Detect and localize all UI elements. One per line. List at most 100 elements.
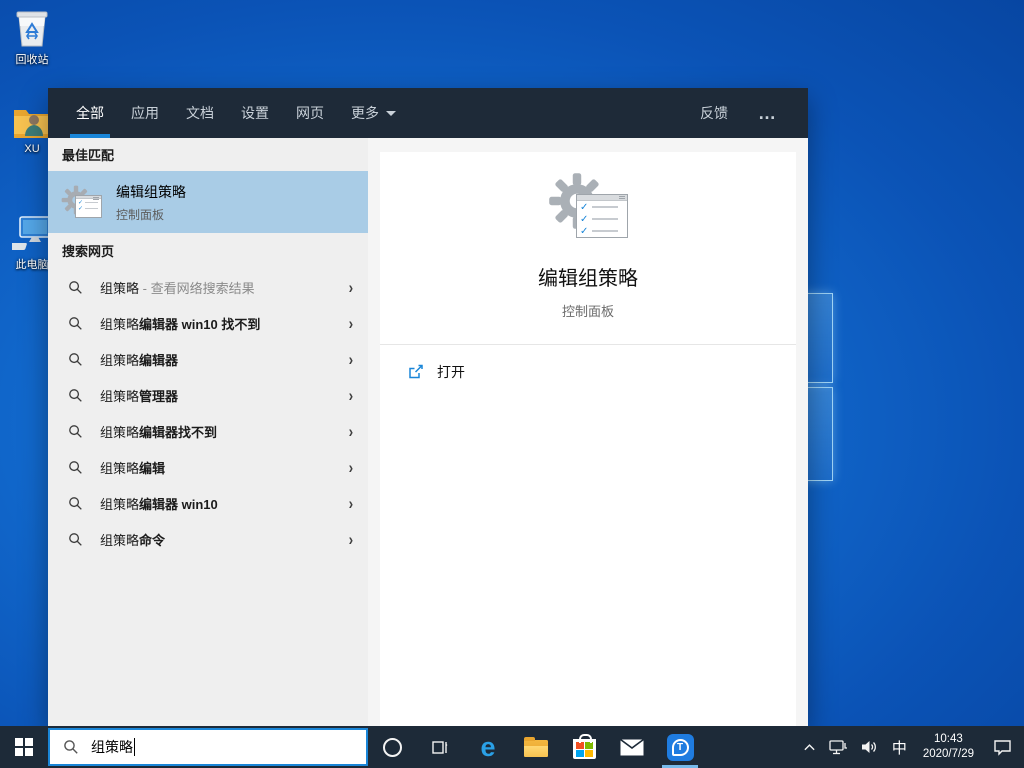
suggestion-query: 组策略 <box>100 352 140 368</box>
file-explorer-button[interactable] <box>512 726 560 768</box>
system-tray: 中 10:43 2020/7/29 <box>797 726 1024 768</box>
ime-indicator[interactable]: 中 <box>885 737 914 758</box>
network-button[interactable] <box>822 726 854 768</box>
search-icon <box>69 352 82 366</box>
action-center-icon <box>994 739 1011 756</box>
suggestion-query: 组策略 <box>100 496 140 512</box>
tab-label: 文档 <box>186 105 214 121</box>
gear-checklist-icon: ✓ ✓ ✓ <box>546 172 630 246</box>
tab-label: 网页 <box>296 105 324 121</box>
gear-checklist-icon: ✓ ✓ <box>61 183 103 221</box>
search-icon <box>69 424 82 438</box>
open-command[interactable]: 打开 <box>380 349 796 395</box>
store-icon <box>572 734 596 759</box>
action-center-button[interactable] <box>983 726 1024 768</box>
volume-button[interactable] <box>854 726 885 768</box>
search-icon <box>69 280 82 294</box>
search-icon <box>69 388 82 402</box>
text-caret <box>134 738 135 756</box>
suggestion-query: 组策略 <box>100 424 140 440</box>
cortana-icon <box>382 737 402 757</box>
suggestion-completion: 编辑器 win10 找不到 <box>139 316 261 332</box>
chevron-right-icon[interactable]: › <box>349 495 354 512</box>
tab-apps[interactable]: 应用 <box>131 88 159 138</box>
search-suggestion-row[interactable]: 组策略编辑器 win10 › <box>48 485 368 521</box>
search-suggestion-row[interactable]: 组策略编辑器找不到 › <box>48 413 368 449</box>
driver-app-icon: T <box>666 733 694 761</box>
desktop-icon-label: 回收站 <box>15 54 49 66</box>
suggestion-query: 组策略 <box>100 316 140 332</box>
open-label: 打开 <box>437 364 465 380</box>
best-match-result[interactable]: ✓ ✓ 编辑组策略 控制面板 <box>48 171 368 233</box>
tray-date: 2020/7/29 <box>922 748 974 760</box>
chevron-right-icon[interactable]: › <box>349 279 354 296</box>
tray-time: 10:43 <box>934 733 963 746</box>
preview-title: 编辑组策略 <box>538 268 638 290</box>
search-suggestion-row[interactable]: 组策略命令 › <box>48 521 368 557</box>
mail-button[interactable] <box>608 726 656 768</box>
chevron-right-icon[interactable]: › <box>349 351 354 368</box>
windows-start-icon <box>15 738 33 756</box>
open-external-icon <box>409 364 423 379</box>
search-suggestion-row[interactable]: 组策略编辑器 › <box>48 341 368 377</box>
search-icon <box>64 740 78 754</box>
tab-web[interactable]: 网页 <box>296 88 324 138</box>
preview-pane: ✓ ✓ ✓ 编辑组策略 控制面板 打开 <box>380 138 808 726</box>
best-match-title: 编辑组策略 <box>116 183 186 200</box>
best-match-header: 最佳匹配 <box>62 148 115 163</box>
suggestion-query: 组策略 <box>100 388 140 404</box>
chevron-up-icon <box>804 744 815 751</box>
search-suggestion-row[interactable]: 组策略管理器 › <box>48 377 368 413</box>
mail-icon <box>620 738 644 755</box>
search-flyout-panel: 全部 应用 文档 设置 网页 更多 反馈 … 最佳匹配 ✓ ✓ 编辑组策略 控制… <box>48 88 808 726</box>
suggestion-completion: 编辑器找不到 <box>139 424 218 440</box>
search-icon <box>69 316 82 330</box>
chevron-right-icon[interactable]: › <box>349 459 354 476</box>
task-view-icon <box>432 741 448 754</box>
tab-more[interactable]: 更多 <box>351 88 396 138</box>
search-tabs-header: 全部 应用 文档 设置 网页 更多 反馈 … <box>48 88 808 138</box>
suggestion-completion: - 查看网络搜索结果 <box>139 280 255 296</box>
desktop-icon-recycle-bin[interactable]: 回收站 <box>4 6 60 67</box>
tab-all[interactable]: 全部 <box>70 88 110 138</box>
suggestion-completion: 编辑器 <box>139 352 179 368</box>
taskbar-clock[interactable]: 10:43 2020/7/29 <box>914 732 983 762</box>
driver-app-button[interactable]: T <box>656 726 704 768</box>
start-button[interactable] <box>0 726 48 768</box>
volume-icon <box>861 741 876 753</box>
suggestion-completion: 编辑器 win10 <box>139 496 218 512</box>
task-view-button[interactable] <box>416 726 464 768</box>
preview-subtitle: 控制面板 <box>561 304 614 319</box>
suggestion-query: 组策略 <box>100 532 140 548</box>
chevron-right-icon[interactable]: › <box>349 531 354 548</box>
tab-documents[interactable]: 文档 <box>186 88 214 138</box>
tab-label: 全部 <box>76 105 104 121</box>
tray-expand-button[interactable] <box>797 726 822 768</box>
panel-divider <box>368 138 380 726</box>
chevron-right-icon[interactable]: › <box>349 423 354 440</box>
recycle-bin-icon <box>4 6 60 48</box>
web-search-header: 搜索网页 <box>62 244 115 259</box>
chevron-right-icon[interactable]: › <box>349 315 354 332</box>
tab-label: 设置 <box>241 105 269 121</box>
search-suggestion-row[interactable]: 组策略编辑 › <box>48 449 368 485</box>
suggestion-completion: 编辑 <box>139 460 166 476</box>
search-suggestion-row[interactable]: 组策略编辑器 win10 找不到 › <box>48 305 368 341</box>
tab-settings[interactable]: 设置 <box>241 88 269 138</box>
store-button[interactable] <box>560 726 608 768</box>
suggestion-query: 组策略 <box>100 280 140 296</box>
network-icon <box>829 739 847 754</box>
chevron-right-icon[interactable]: › <box>349 387 354 404</box>
taskbar-search-input[interactable]: 组策略 <box>48 728 368 766</box>
feedback-button[interactable]: 反馈 <box>700 103 728 123</box>
ellipsis-menu-button[interactable]: … <box>758 104 778 122</box>
search-suggestion-row[interactable]: 组策略 - 查看网络搜索结果 › <box>48 269 368 305</box>
suggestion-query: 组策略 <box>100 460 140 476</box>
cortana-button[interactable] <box>368 726 416 768</box>
suggestion-completion: 命令 <box>139 532 166 548</box>
search-icon <box>69 532 82 546</box>
edge-button[interactable]: e <box>464 726 512 768</box>
suggestion-completion: 管理器 <box>139 388 179 404</box>
chevron-down-icon <box>386 110 396 116</box>
tab-label: 更多 <box>351 105 379 121</box>
